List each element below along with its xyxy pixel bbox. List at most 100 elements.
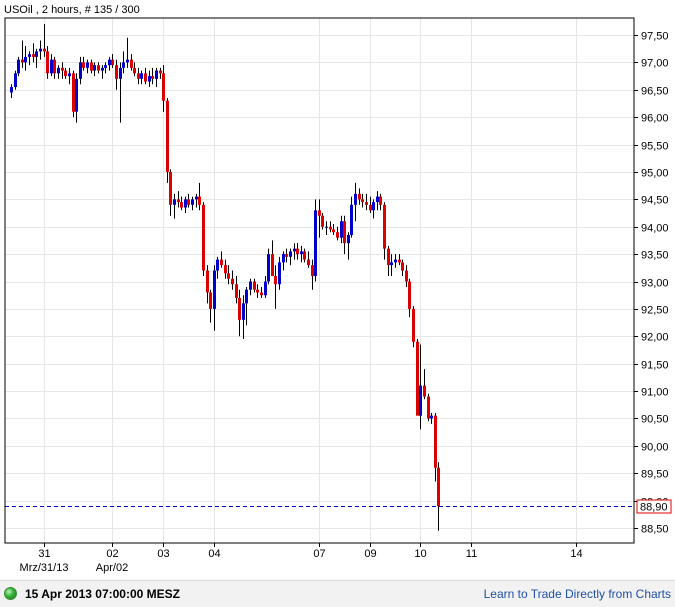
x-tick-label: 02 [106,548,118,560]
candle-body [423,385,426,397]
candle-body [166,100,169,172]
y-tick-label: 93,00 [641,278,669,290]
candle-body [169,171,172,205]
candle-body [155,70,158,79]
candle-body [416,341,419,416]
candle-body [358,193,361,200]
candle-body [137,73,140,79]
candle-body [187,199,190,205]
candle-body [394,259,397,263]
price-chart[interactable]: 97,50 97,00 96,50 96,00 95,50 95,00 94,50 94,00… [0,0,675,580]
y-tick-label: 91,00 [641,387,669,399]
candle-body [347,234,350,244]
candle-body [151,76,154,79]
candle-body [122,62,125,68]
candle-body [289,251,292,257]
candle-body [14,73,17,88]
candle-body [387,248,390,266]
candle-body [318,210,321,216]
candle-body [86,62,89,68]
candle-body [140,73,143,79]
candle-body [75,78,78,112]
candle-body [437,467,440,507]
candle-body [303,251,306,260]
candle-body [314,210,317,277]
y-tick-label: 89,50 [641,469,669,481]
candle-body [285,254,288,257]
candle-body [130,59,133,68]
candle-body [17,59,20,74]
candle-body [224,265,227,274]
y-tick-label: 97,00 [641,58,669,70]
candle-body [32,54,35,57]
candle-body [256,289,259,293]
x-subtick-label: Apr/02 [96,562,128,574]
candle-body [35,51,38,57]
candle-body [180,202,183,208]
candle-body [300,251,303,255]
candle-body [111,59,114,66]
candle-body [82,62,85,68]
y-tick-label: 96,00 [641,113,669,125]
candle-body [39,48,42,52]
candle-body [216,259,219,271]
candle-body [202,204,205,271]
y-tick-label: 94,00 [641,223,669,235]
candle-body [209,292,212,309]
candle-body [274,276,277,285]
candle-body [245,289,248,304]
footer-bar: 15 Apr 2013 07:00:00 MESZ Learn to Trade… [0,580,675,607]
candle-body [159,70,162,74]
candle-body [264,281,267,296]
candle-body [148,76,151,82]
y-tick-label: 88,50 [641,524,669,536]
y-tick-label: 90,50 [641,414,669,426]
candle-body [267,254,270,282]
candle-body [332,229,335,233]
candle-body [365,202,368,205]
candle-body [307,259,310,266]
candle-body [235,284,238,298]
candle-body [278,262,281,285]
candle-body [242,303,245,320]
candle-body [372,202,375,211]
candle-body [50,59,53,74]
candle-body [376,196,379,203]
current-price-label: 88,90 [640,502,668,514]
y-tick-label: 97,50 [641,31,669,43]
candle-body [227,273,230,279]
x-tick-label: 03 [157,548,169,560]
y-tick-label: 92,00 [641,332,669,344]
candle-body [173,199,176,205]
candle-body [296,248,299,255]
y-tick-label: 93,50 [641,250,669,262]
y-tick-label: 95,00 [641,168,669,180]
candle-body [379,196,382,205]
candle-body [260,292,263,296]
candle-body [405,270,408,282]
candle-body [90,62,93,71]
y-tick-label: 95,50 [641,141,669,153]
candle-body [311,265,314,277]
candle-body [43,48,46,52]
candle-body [336,232,339,238]
x-tick-label: 09 [364,548,376,560]
candle-body [325,226,328,228]
candle-body [321,215,324,227]
x-tick-label: 11 [466,548,477,560]
candle-body [238,297,241,320]
candle-body [412,308,415,342]
candle-body [427,396,430,419]
candle-body [434,415,437,468]
candle-body [115,65,118,79]
candle-body [369,204,372,211]
x-tick-label: 04 [208,548,220,560]
candle-body [61,67,64,71]
x-tick-label: 14 [570,548,582,560]
candle-body [430,415,433,419]
learn-to-trade-link[interactable]: Learn to Trade Directly from Charts [484,587,671,601]
candle-body [271,254,274,277]
x-tick-label: 31 [38,548,50,560]
candle-body [350,204,353,235]
candle-body [329,226,332,230]
